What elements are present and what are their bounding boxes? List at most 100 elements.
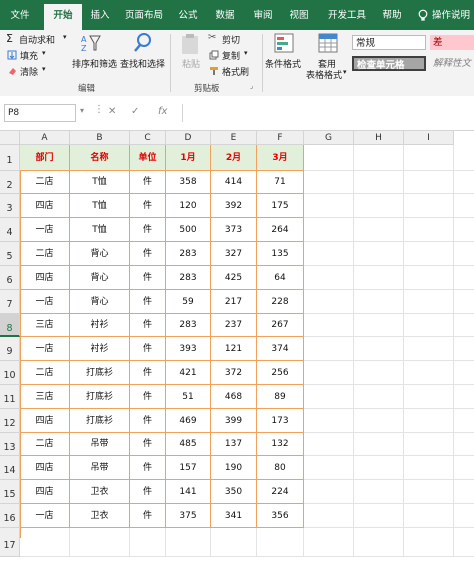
row-header-4[interactable]: 4 <box>0 218 20 242</box>
column-header-h[interactable]: H <box>354 131 404 145</box>
row-header-13[interactable]: 13 <box>0 433 20 456</box>
table-cell[interactable]: 打底衫 <box>70 409 130 433</box>
table-cell[interactable]: 件 <box>130 266 166 290</box>
table-cell[interactable]: 一店 <box>20 504 70 528</box>
tab-help[interactable]: 帮助 <box>378 0 406 30</box>
table-header-cell[interactable]: 单位 <box>130 145 166 171</box>
table-cell[interactable]: 132 <box>257 433 304 456</box>
cancel-icon[interactable]: ✕ <box>108 106 116 117</box>
dialog-launcher-icon[interactable]: ⌟ <box>250 82 253 90</box>
table-cell[interactable]: 吊带 <box>70 433 130 456</box>
table-cell[interactable]: 141 <box>166 480 211 504</box>
table-cell[interactable]: 件 <box>130 290 166 314</box>
table-cell[interactable]: 375 <box>166 504 211 528</box>
row-header-7[interactable]: 7 <box>0 290 20 314</box>
table-header-cell[interactable]: 部门 <box>20 145 70 171</box>
column-header-c[interactable]: C <box>130 131 166 145</box>
table-cell[interactable]: 283 <box>166 266 211 290</box>
table-cell[interactable]: 485 <box>166 433 211 456</box>
tab-developer[interactable]: 开发工具 <box>322 0 372 30</box>
table-cell[interactable]: 二店 <box>20 433 70 456</box>
sort-filter-button[interactable]: 排序和筛选 <box>72 57 117 70</box>
copy-button[interactable]: 复制 <box>222 49 240 62</box>
table-cell[interactable]: 衬衫 <box>70 337 130 361</box>
table-cell[interactable]: 157 <box>166 456 211 480</box>
table-cell[interactable]: 件 <box>130 480 166 504</box>
format-painter-button[interactable]: 格式刷 <box>222 65 249 78</box>
table-header-cell[interactable]: 名称 <box>70 145 130 171</box>
table-cell[interactable]: 件 <box>130 504 166 528</box>
column-header-i[interactable]: I <box>404 131 454 145</box>
table-cell[interactable]: 89 <box>257 385 304 409</box>
table-cell[interactable]: 四店 <box>20 456 70 480</box>
table-cell[interactable]: 二店 <box>20 242 70 266</box>
table-cell[interactable]: 打底衫 <box>70 385 130 409</box>
cut-button[interactable]: 剪切 <box>222 33 240 46</box>
table-header-cell[interactable]: 3月 <box>257 145 304 171</box>
table-cell[interactable]: 件 <box>130 409 166 433</box>
conditional-format-button[interactable]: 条件格式 <box>265 57 301 70</box>
style-normal[interactable]: 常规 <box>352 35 426 50</box>
row-header-6[interactable]: 6 <box>0 266 20 290</box>
table-header-cell[interactable]: 2月 <box>211 145 257 171</box>
column-header-g[interactable]: G <box>304 131 354 145</box>
table-cell[interactable]: 件 <box>130 337 166 361</box>
table-cell[interactable]: T恤 <box>70 194 130 218</box>
column-header-e[interactable]: E <box>211 131 257 145</box>
table-cell[interactable]: 372 <box>211 361 257 385</box>
table-cell[interactable]: 228 <box>257 290 304 314</box>
table-cell[interactable]: 四店 <box>20 266 70 290</box>
table-cell[interactable]: 件 <box>130 385 166 409</box>
table-cell[interactable]: 500 <box>166 218 211 242</box>
table-cell[interactable]: 吊带 <box>70 456 130 480</box>
table-cell[interactable]: T恤 <box>70 171 130 194</box>
table-cell[interactable]: 三店 <box>20 314 70 337</box>
row-header-1[interactable]: 1 <box>0 145 20 171</box>
tab-file[interactable]: 文件 <box>2 0 38 30</box>
table-cell[interactable]: 71 <box>257 171 304 194</box>
tab-view[interactable]: 视图 <box>284 0 314 30</box>
table-cell[interactable]: 356 <box>257 504 304 528</box>
table-cell[interactable]: 背心 <box>70 242 130 266</box>
table-cell[interactable]: 四店 <box>20 409 70 433</box>
column-header-d[interactable]: D <box>166 131 211 145</box>
column-header-b[interactable]: B <box>70 131 130 145</box>
table-header-cell[interactable]: 1月 <box>166 145 211 171</box>
chevron-down-icon[interactable]: ▾ <box>80 106 84 115</box>
table-cell[interactable]: 190 <box>211 456 257 480</box>
table-cell[interactable]: 256 <box>257 361 304 385</box>
row-header-5[interactable]: 5 <box>0 242 20 266</box>
row-header-12[interactable]: 12 <box>0 409 20 433</box>
row-header-3[interactable]: 3 <box>0 194 20 218</box>
row-header-9[interactable]: 9 <box>0 337 20 361</box>
function-icon[interactable]: fx <box>158 106 167 117</box>
table-cell[interactable]: 件 <box>130 242 166 266</box>
table-cell[interactable]: 件 <box>130 194 166 218</box>
table-cell[interactable]: 341 <box>211 504 257 528</box>
style-explanatory[interactable]: 解释性文 <box>430 56 474 71</box>
table-cell[interactable]: 120 <box>166 194 211 218</box>
table-cell[interactable]: 件 <box>130 433 166 456</box>
table-cell[interactable]: 件 <box>130 171 166 194</box>
row-header-8[interactable]: 8 <box>0 314 20 337</box>
tab-data[interactable]: 数据 <box>210 0 240 30</box>
table-cell[interactable]: 137 <box>211 433 257 456</box>
table-cell[interactable]: 264 <box>257 218 304 242</box>
table-cell[interactable]: 一店 <box>20 290 70 314</box>
fill-button[interactable]: 填充 <box>20 49 38 62</box>
table-cell[interactable]: 二店 <box>20 171 70 194</box>
table-cell[interactable]: 件 <box>130 361 166 385</box>
tab-insert[interactable]: 插入 <box>86 0 114 30</box>
row-header-15[interactable]: 15 <box>0 480 20 504</box>
table-cell[interactable]: 217 <box>211 290 257 314</box>
row-header-10[interactable]: 10 <box>0 361 20 385</box>
autosum-button[interactable]: 自动求和 <box>19 33 55 46</box>
table-cell[interactable]: 件 <box>130 456 166 480</box>
table-cell[interactable]: 59 <box>166 290 211 314</box>
table-cell[interactable]: 51 <box>166 385 211 409</box>
row-header-17[interactable]: 17 <box>0 528 20 557</box>
table-cell[interactable]: 卫衣 <box>70 504 130 528</box>
table-cell[interactable]: 469 <box>166 409 211 433</box>
table-cell[interactable]: 283 <box>166 314 211 337</box>
row-header-2[interactable]: 2 <box>0 171 20 194</box>
